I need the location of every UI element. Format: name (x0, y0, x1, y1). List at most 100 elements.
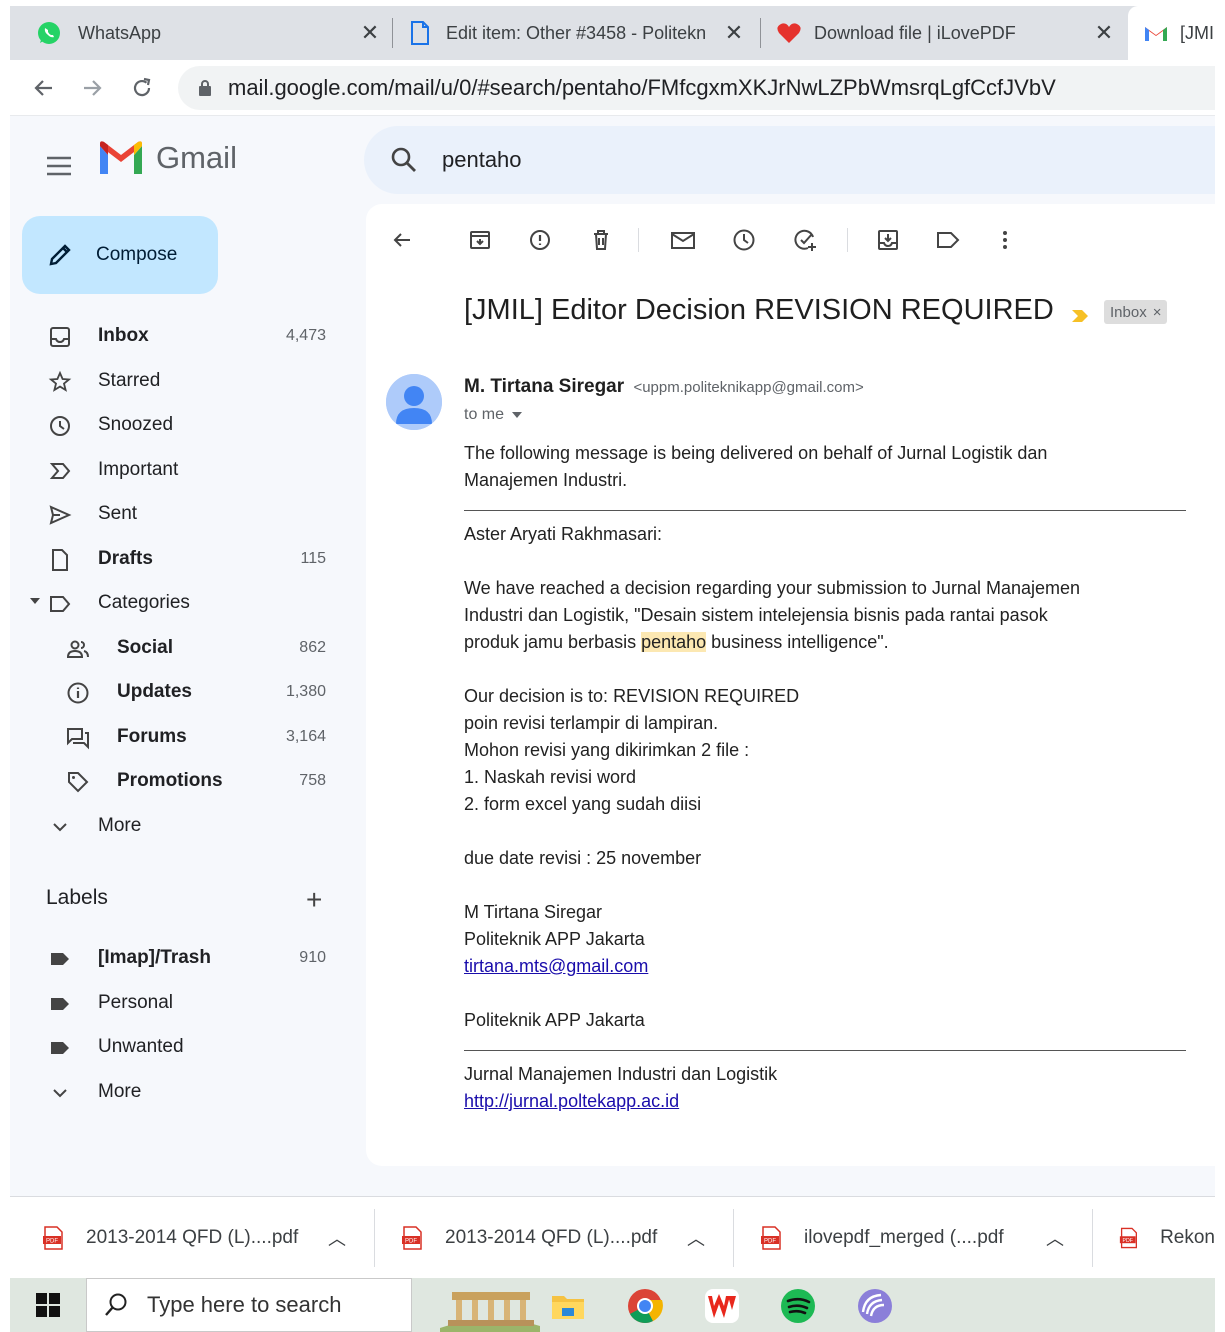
download-filename: 2013-2014 QFD (L)....pdf (445, 1227, 658, 1248)
tab-title: WhatsApp (78, 22, 162, 43)
tab-edit-item[interactable]: Edit item: Other #3458 - Politekn ✕ (410, 6, 746, 60)
close-icon[interactable]: ✕ (722, 20, 746, 46)
text-span: business intelligence". (706, 632, 889, 652)
chevron-up-icon[interactable]: ︿ (1046, 1225, 1064, 1251)
labels-more[interactable]: More (10, 1070, 364, 1115)
main-menu-button[interactable] (44, 151, 74, 181)
browser-tab-strip: WhatsApp ✕ Edit item: Other #3458 - Poli… (10, 6, 1215, 60)
caret-down-icon[interactable] (30, 598, 40, 604)
close-icon[interactable]: ✕ (1092, 20, 1116, 46)
download-item[interactable]: PDF Rekon (1119, 1197, 1215, 1279)
tab-gmail-active[interactable]: [JMI (1128, 6, 1215, 60)
close-icon[interactable]: ✕ (358, 20, 382, 46)
mark-unread-button[interactable] (669, 226, 697, 254)
back-to-search-button[interactable] (388, 226, 416, 254)
gmail-logo[interactable]: Gmail (98, 140, 237, 176)
chip-label: Inbox (1110, 303, 1147, 321)
tab-title: Edit item: Other #3458 - Politekn (446, 22, 707, 43)
important-marker-icon[interactable] (1071, 308, 1091, 324)
move-to-button[interactable] (874, 226, 902, 254)
reload-button[interactable] (126, 72, 158, 104)
label-item-unwanted[interactable]: Unwanted (10, 1025, 364, 1070)
sender-name[interactable]: M. Tirtana Siregar (464, 376, 624, 397)
sidebar-item-categories[interactable]: Categories (10, 581, 364, 626)
sidebar-item-forums[interactable]: Forums 3,164 (10, 715, 364, 760)
address-bar[interactable]: mail.google.com/mail/u/0/#search/pentaho… (178, 66, 1215, 110)
gmail-icon (1145, 27, 1167, 41)
sidebar-item-inbox[interactable]: Inbox 4,473 (10, 314, 364, 359)
download-item[interactable]: PDF 2013-2014 QFD (L)....pdf ︿ (401, 1197, 711, 1279)
label-item-imap-trash[interactable]: [Imap]/Trash 910 (10, 936, 364, 981)
delete-button[interactable] (587, 226, 615, 254)
sidebar-item-promotions[interactable]: Promotions 758 (10, 759, 364, 804)
unread-count: 910 (299, 949, 326, 967)
wps-office-icon[interactable] (702, 1286, 742, 1326)
sidebar-item-starred[interactable]: Starred (10, 359, 364, 404)
sidebar-item-social[interactable]: Social 862 (10, 626, 364, 671)
important-icon (49, 462, 71, 479)
chrome-icon[interactable] (625, 1286, 665, 1326)
tab-divider (760, 18, 761, 48)
unread-count: 862 (299, 638, 326, 656)
sidebar-item-label: Starred (98, 369, 161, 391)
chevron-up-icon[interactable]: ︿ (328, 1225, 346, 1251)
sidebar-item-label: Drafts (98, 547, 153, 569)
windows-taskbar: Type here to search (10, 1278, 1215, 1332)
sidebar-item-label: Categories (98, 592, 190, 614)
back-button[interactable] (28, 72, 60, 104)
avatar[interactable] (386, 374, 442, 430)
more-options-button[interactable] (991, 226, 1019, 254)
body-line: Our decision is to: REVISION REQUIRED (464, 686, 800, 706)
recipient-details-toggle[interactable]: to me (464, 406, 523, 424)
labels-heading: Labels (46, 886, 108, 909)
report-spam-button[interactable] (526, 226, 554, 254)
clock-icon (733, 229, 755, 251)
taskbar-search-box[interactable]: Type here to search (86, 1278, 412, 1332)
tab-whatsapp[interactable]: WhatsApp ✕ (36, 6, 382, 60)
sidebar-item-updates[interactable]: Updates 1,380 (10, 670, 364, 715)
journal-url-link[interactable]: http://jurnal.poltekapp.ac.id (464, 1091, 679, 1111)
inbox-label-chip[interactable]: Inbox × (1104, 300, 1168, 324)
add-to-tasks-button[interactable] (792, 226, 820, 254)
signature-email-link[interactable]: tirtana.mts@gmail.com (464, 956, 648, 976)
download-filename: Rekon (1160, 1227, 1215, 1248)
label-icon (50, 596, 71, 612)
sender-email: <uppm.politeknikapp@gmail.com> (633, 379, 864, 396)
label-item-personal[interactable]: Personal (10, 981, 364, 1026)
labels-button[interactable] (934, 226, 962, 254)
add-label-button[interactable]: + (306, 884, 322, 916)
unread-count: 115 (300, 549, 326, 567)
sidebar-item-label: Updates (117, 681, 192, 703)
start-button[interactable] (10, 1278, 86, 1332)
arrow-left-icon (393, 233, 410, 247)
windows-logo-icon (36, 1293, 60, 1317)
sidebar-item-more[interactable]: More (10, 804, 364, 849)
search-input[interactable]: pentaho (442, 147, 522, 173)
sidebar-item-label: Promotions (117, 770, 223, 792)
download-item[interactable]: PDF ilovepdf_merged (....pdf ︿ (760, 1197, 1070, 1279)
sidebar-item-drafts[interactable]: Drafts 115 (10, 537, 364, 582)
sidebar-item-label: More (98, 814, 142, 836)
body-line: tirtana.mts@gmail.com (464, 953, 1186, 980)
torrent-icon[interactable] (855, 1286, 895, 1326)
compose-button[interactable]: Compose (22, 216, 218, 294)
sidebar-item-important[interactable]: Important (10, 448, 364, 493)
sidebar-item-snoozed[interactable]: Snoozed (10, 403, 364, 448)
chevron-up-icon[interactable]: ︿ (687, 1225, 705, 1251)
tab-ilovepdf[interactable]: Download file | iLovePDF ✕ (776, 6, 1116, 60)
search-bar[interactable]: pentaho (364, 126, 1215, 194)
snooze-button[interactable] (730, 226, 758, 254)
sidebar-item-sent[interactable]: Sent (10, 492, 364, 537)
pencil-icon (49, 244, 71, 266)
archive-button[interactable] (466, 226, 494, 254)
body-line: Manajemen Industri. (464, 470, 628, 490)
labels-list: [Imap]/Trash 910 Personal Unwanted More (10, 936, 364, 1114)
hamburger-icon (47, 156, 71, 176)
download-item[interactable]: PDF 2013-2014 QFD (L)....pdf ︿ (42, 1197, 352, 1279)
search-icon[interactable] (390, 146, 418, 174)
arrow-left-icon (34, 80, 52, 96)
remove-label-icon[interactable]: × (1153, 304, 1162, 321)
file-explorer-icon[interactable] (548, 1286, 588, 1326)
spotify-icon[interactable] (778, 1286, 818, 1326)
forward-button[interactable] (76, 72, 108, 104)
